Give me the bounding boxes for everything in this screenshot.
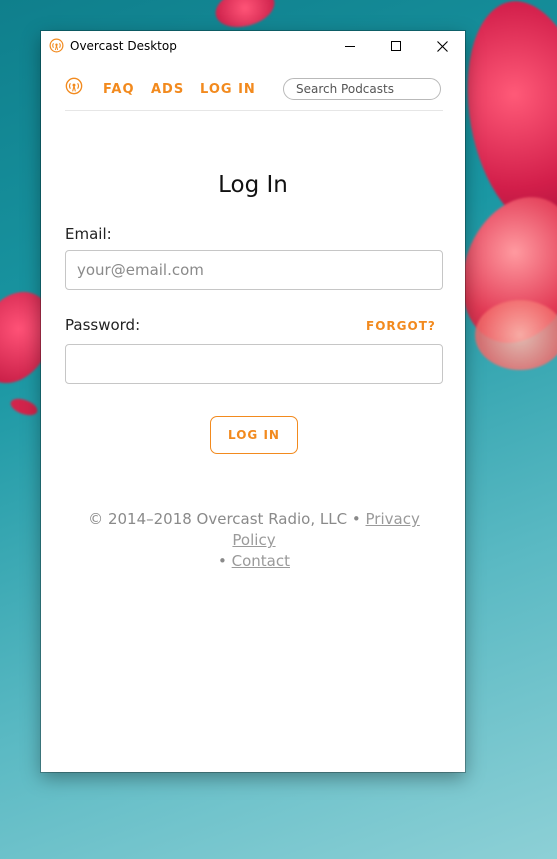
password-field[interactable] [65, 344, 443, 384]
footer-separator: • [218, 552, 227, 570]
email-label: Email: [65, 225, 112, 243]
wallpaper-petal [211, 0, 279, 34]
minimize-icon [344, 45, 355, 47]
password-label: Password: [65, 316, 141, 334]
copyright-text: © 2014–2018 Overcast Radio, LLC [88, 510, 348, 528]
nav-faq-link[interactable]: FAQ [103, 82, 135, 97]
nav-login-link[interactable]: LOG IN [200, 82, 256, 97]
email-field[interactable] [65, 250, 443, 290]
page-title: Log In [218, 172, 288, 198]
nav-ads-link[interactable]: ADS [151, 82, 184, 97]
wallpaper-petal [475, 300, 557, 370]
footer-separator: • [351, 510, 361, 528]
overcast-logo-icon[interactable] [65, 77, 83, 95]
maximize-button[interactable] [373, 31, 419, 61]
title-bar[interactable]: Overcast Desktop [41, 31, 465, 61]
contact-link[interactable]: Contact [232, 552, 290, 570]
overcast-logo-icon [49, 38, 64, 53]
maximize-icon [390, 40, 401, 51]
search-input[interactable] [283, 78, 441, 100]
window-title: Overcast Desktop [70, 39, 177, 53]
app-window: Overcast Desktop FAQ ADS LOG IN Log In E… [41, 31, 465, 772]
top-nav: FAQ ADS LOG IN [65, 74, 443, 111]
close-icon [436, 40, 448, 52]
footer: © 2014–2018 Overcast Radio, LLC • Privac… [65, 509, 443, 572]
close-button[interactable] [419, 31, 465, 61]
wallpaper-petal [8, 395, 40, 419]
login-button[interactable]: LOG IN [210, 416, 298, 454]
minimize-button[interactable] [327, 31, 373, 61]
forgot-password-link[interactable]: FORGOT? [366, 319, 436, 333]
